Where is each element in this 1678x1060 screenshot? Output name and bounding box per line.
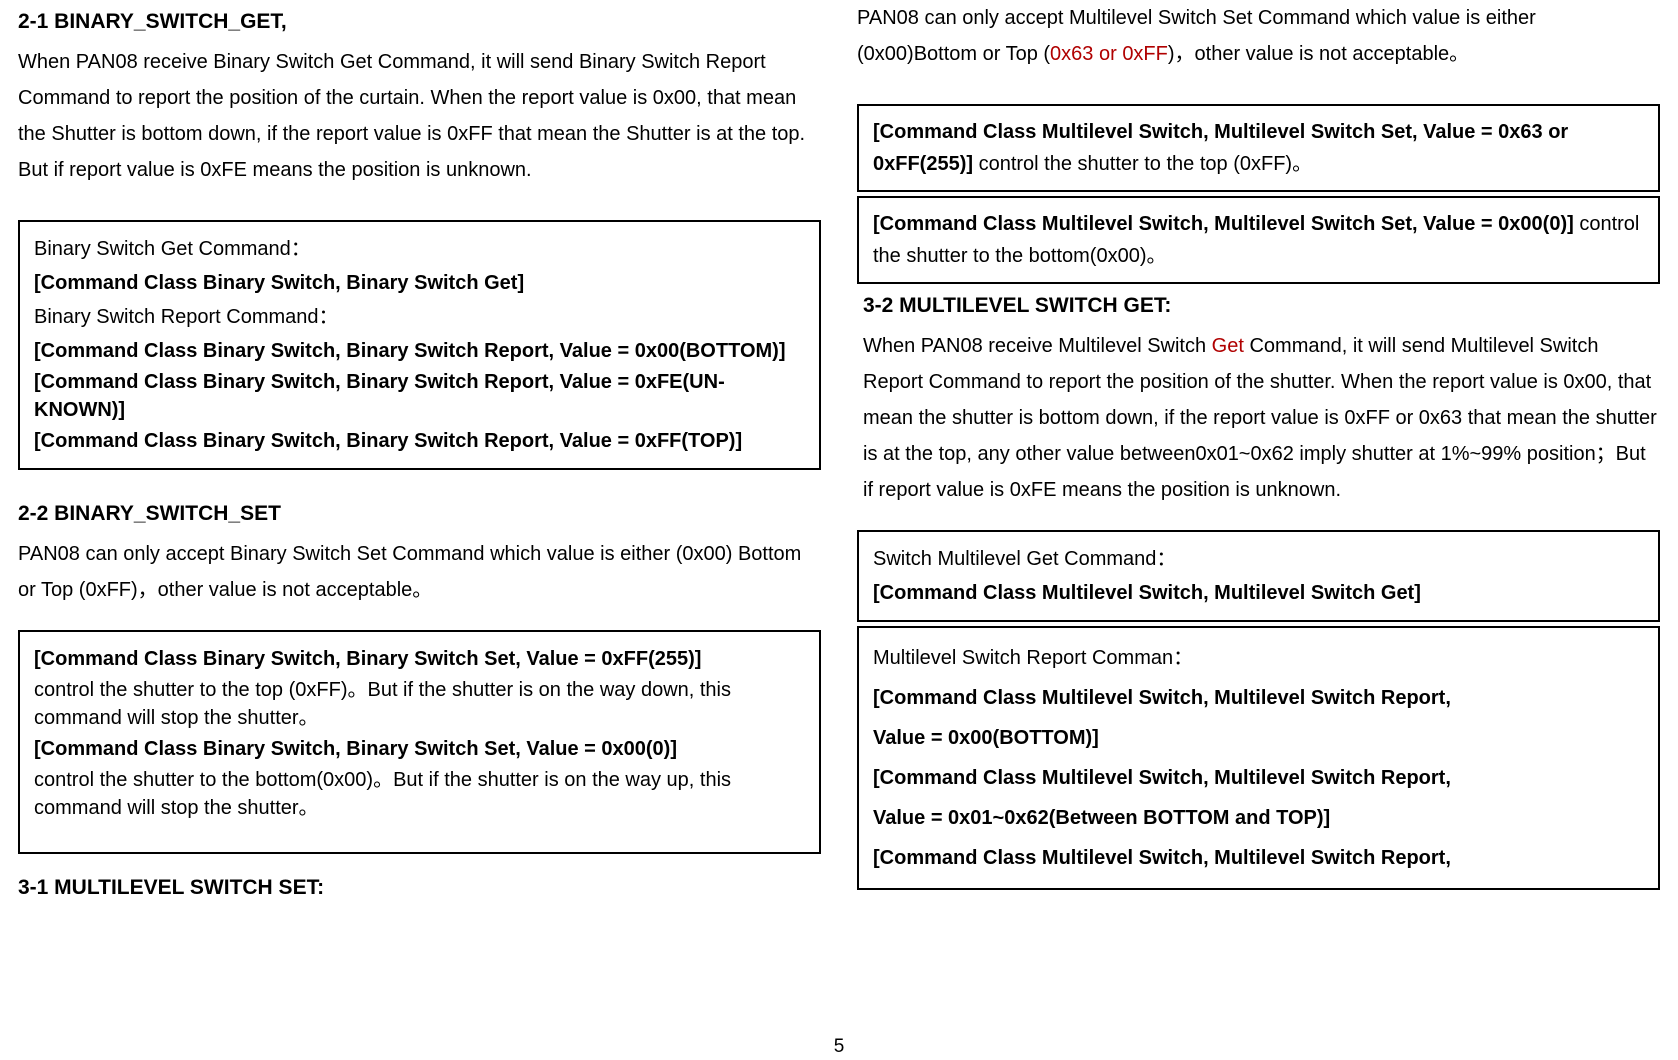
box-line: control the shutter to the top (0xFF)。Bu… [34, 676, 805, 732]
page-number: 5 [0, 1036, 1678, 1058]
box-line: [Command Class Multilevel Switch, Multil… [873, 758, 1644, 798]
right-column: PAN08 can only accept Multilevel Switch … [857, 0, 1660, 910]
box-line: Value = 0x01~0x62(Between BOTTOM and TOP… [873, 798, 1644, 838]
box-multilevel-report: Multilevel Switch Report Comman： [Comman… [857, 626, 1660, 890]
box-line: Switch Multilevel Get Command： [873, 542, 1644, 576]
two-column-layout: 2-1 BINARY_SWITCH_GET, When PAN08 receiv… [18, 0, 1660, 910]
heading-3-1: 3-1 MULTILEVEL SWITCH SET: [18, 876, 821, 900]
heading-3-2: 3-2 MULTILEVEL SWITCH GET: [863, 294, 1660, 318]
box-line: [Command Class Multilevel Switch, Multil… [873, 838, 1644, 878]
text-span: )，other value is not acceptable。 [1168, 43, 1469, 65]
box-line: [Command Class Binary Switch, Binary Swi… [34, 642, 805, 676]
paragraph-2-1: When PAN08 receive Binary Switch Get Com… [18, 44, 821, 188]
text-span: When PAN08 receive Multilevel Switch [863, 335, 1212, 357]
paragraph-2-2: PAN08 can only accept Binary Switch Set … [18, 536, 821, 608]
box-line: Binary Switch Report Command： [34, 300, 805, 334]
box-binary-switch-get: Binary Switch Get Command： [Command Clas… [18, 220, 821, 470]
heading-2-2: 2-2 BINARY_SWITCH_SET [18, 502, 821, 526]
document-page: 2-1 BINARY_SWITCH_GET, When PAN08 receiv… [0, 0, 1678, 1060]
box-line: [Command Class Binary Switch, Binary Swi… [34, 368, 805, 424]
box-line: [Command Class Multilevel Switch, Multil… [873, 678, 1644, 718]
red-span: Get [1212, 335, 1244, 357]
text-span: Command, it will send Multilevel Switch … [863, 335, 1657, 501]
red-span: 0x63 or 0xFF [1050, 43, 1168, 65]
box-line: Binary Switch Get Command： [34, 232, 805, 266]
paragraph-3-2: When PAN08 receive Multilevel Switch Get… [863, 328, 1660, 508]
box-line: [Command Class Binary Switch, Binary Swi… [34, 266, 805, 300]
paragraph-3-1: PAN08 can only accept Multilevel Switch … [857, 0, 1660, 72]
box-stack-2-2: [Command Class Binary Switch, Binary Swi… [18, 630, 821, 854]
box-line: Multilevel Switch Report Comman： [873, 638, 1644, 678]
box-line: [Command Class Binary Switch, Binary Swi… [34, 334, 805, 368]
box-line: [Command Class Multilevel Switch, Multil… [873, 576, 1644, 610]
box-multilevel-set-top: [Command Class Multilevel Switch, Multil… [857, 104, 1660, 192]
box-line: control the shutter to the bottom(0x00)。… [34, 766, 805, 822]
box-line: Value = 0x00(BOTTOM)] [873, 718, 1644, 758]
box-text: control the shutter to the top (0xFF)。 [973, 153, 1312, 175]
box-bold: [Command Class Multilevel Switch, Multil… [873, 213, 1574, 235]
box-multilevel-set-bottom: [Command Class Multilevel Switch, Multil… [857, 196, 1660, 284]
left-column: 2-1 BINARY_SWITCH_GET, When PAN08 receiv… [18, 0, 821, 910]
heading-2-1: 2-1 BINARY_SWITCH_GET, [18, 10, 821, 34]
box-line: [Command Class Binary Switch, Binary Swi… [34, 424, 805, 458]
box-binary-switch-set: [Command Class Binary Switch, Binary Swi… [18, 630, 821, 854]
box-line: [Command Class Binary Switch, Binary Swi… [34, 732, 805, 766]
box-multilevel-get: Switch Multilevel Get Command： [Command … [857, 530, 1660, 622]
